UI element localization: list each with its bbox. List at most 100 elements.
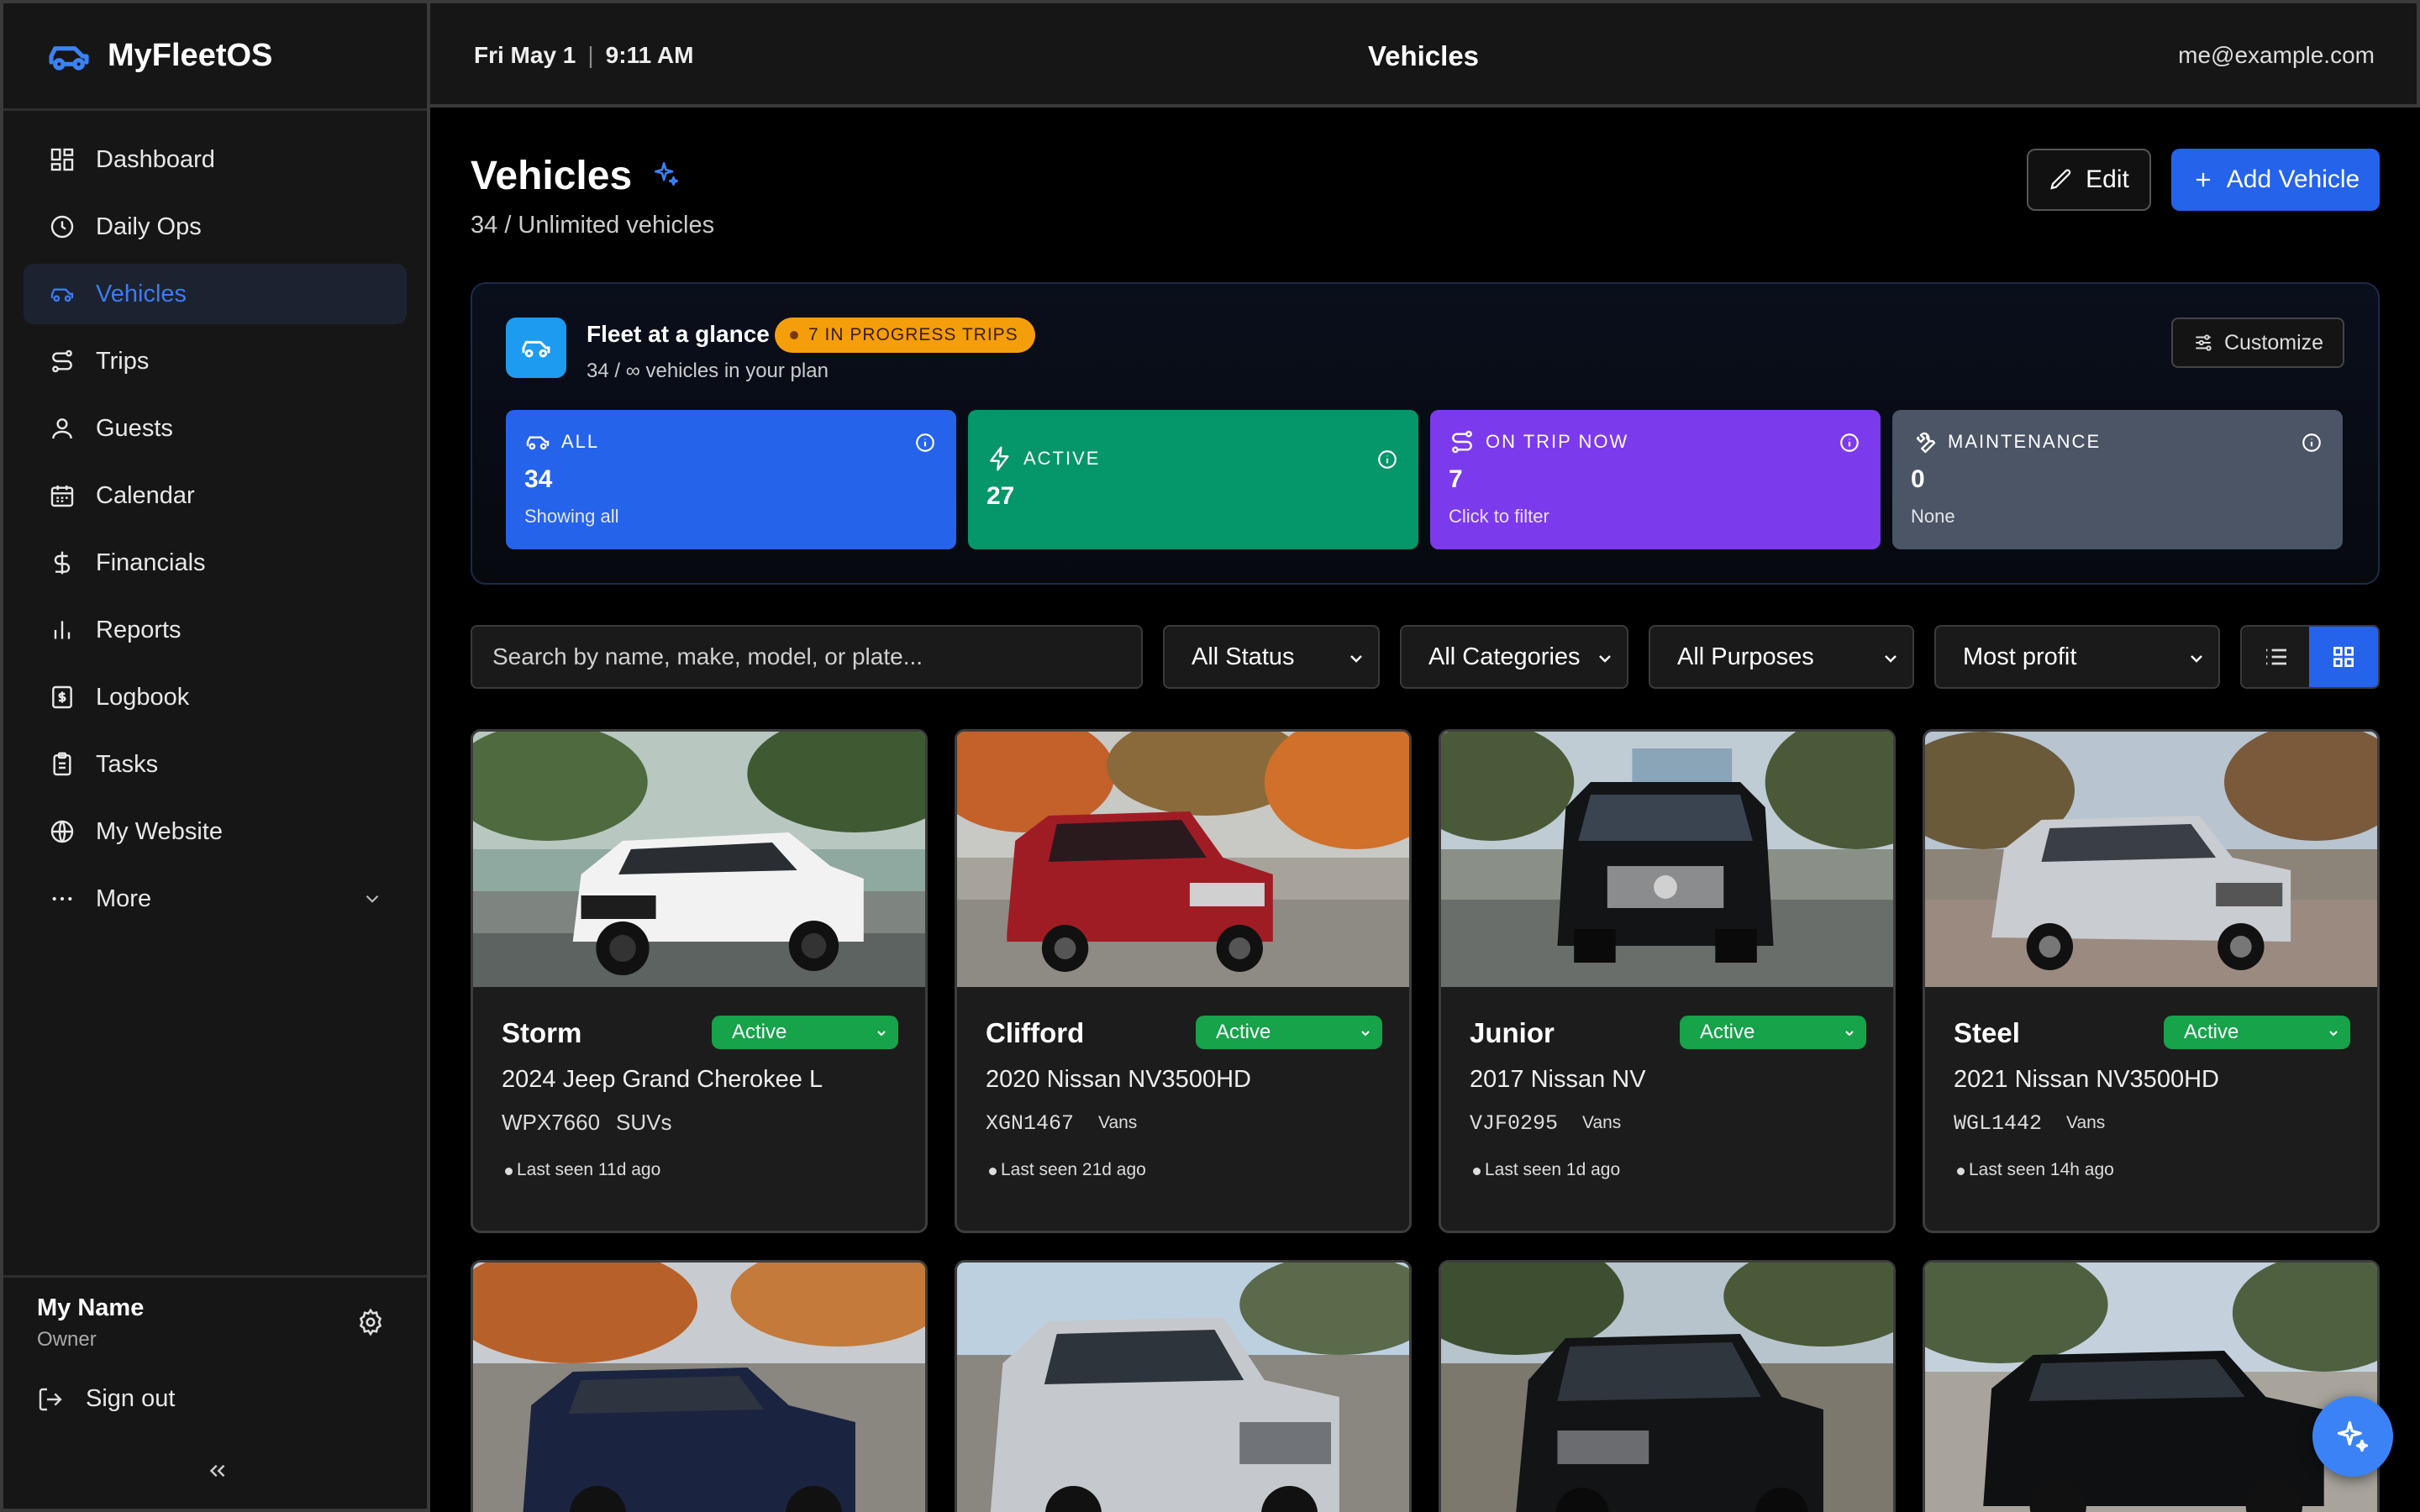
sidebar-item-financials[interactable]: Financials xyxy=(24,533,407,593)
vehicle-status-select[interactable]: Active xyxy=(1680,1016,1866,1049)
vehicle-photo xyxy=(473,732,925,987)
vehicle-photo xyxy=(1925,732,2377,987)
grid-icon xyxy=(2333,647,2354,667)
stat-value: 0 xyxy=(1911,465,1925,493)
stat-card-maintenance[interactable]: MAINTENANCE 0 None xyxy=(1892,410,2343,549)
stat-label: MAINTENANCE xyxy=(1948,431,2102,452)
sidebar-item-logbook[interactable]: Logbook xyxy=(24,667,407,727)
stat-label: ON TRIP NOW xyxy=(1486,431,1629,452)
route-icon xyxy=(1452,430,1472,454)
vehicle-card[interactable] xyxy=(955,1260,1412,1512)
edit-label: Edit xyxy=(2086,165,2129,193)
vehicle-card[interactable] xyxy=(1439,1260,1896,1512)
user-email[interactable]: me@example.com xyxy=(2178,42,2375,69)
vehicle-photo xyxy=(957,1263,1409,1512)
sidebar-item-dashboard[interactable]: Dashboard xyxy=(24,129,407,190)
vehicle-status-select[interactable]: Active xyxy=(1196,1016,1382,1049)
vehicle-search-input[interactable] xyxy=(471,625,1143,689)
chevron-down-icon xyxy=(877,1031,886,1037)
sidebar-item-label: Guests xyxy=(96,414,173,442)
chevron-down-icon xyxy=(1361,1031,1370,1037)
vehicle-photo xyxy=(1925,1263,2377,1512)
vehicle-status-select[interactable]: Active xyxy=(2164,1016,2350,1049)
chevron-down-icon xyxy=(1350,655,1362,663)
stat-card-all[interactable]: ALL 34 Showing all xyxy=(506,410,956,549)
clock-icon xyxy=(47,212,77,242)
vehicle-status-select[interactable]: Active xyxy=(712,1016,898,1049)
vehicle-card-steel[interactable]: Steel Active 2021 Nissan NV3500HD WGL144… xyxy=(1923,729,2380,1233)
sort-select[interactable]: Most profit xyxy=(1934,625,2220,689)
info-icon[interactable] xyxy=(1376,449,1398,470)
vehicle-model: 2024 Jeep Grand Cherokee L xyxy=(502,1066,823,1093)
sign-out-label: Sign out xyxy=(86,1385,176,1412)
brand[interactable]: MyFleetOS xyxy=(3,3,427,111)
vehicle-card-clifford[interactable]: Clifford Active 2020 Nissan NV3500HD XGN… xyxy=(955,729,1412,1233)
customize-button[interactable]: Customize xyxy=(2171,318,2344,368)
info-icon[interactable] xyxy=(1839,432,1860,454)
sign-out-button[interactable]: Sign out xyxy=(37,1385,175,1413)
info-icon[interactable] xyxy=(2301,432,2323,454)
sidebar-item-label: My Website xyxy=(96,817,223,845)
purpose-filter-select[interactable]: All Purposes xyxy=(1649,625,1914,689)
gear-icon[interactable] xyxy=(356,1308,385,1336)
sidebar-item-label: Tasks xyxy=(96,750,159,778)
info-icon[interactable] xyxy=(914,432,936,454)
category-filter-value: All Categories xyxy=(1428,643,1581,670)
vehicle-count: 34 / Unlimited vehicles xyxy=(471,212,715,239)
sidebar-item-label: Reports xyxy=(96,616,182,643)
sidebar-item-tasks[interactable]: Tasks xyxy=(24,734,407,795)
ai-assistant-button[interactable] xyxy=(2312,1396,2393,1477)
vehicle-category: SUVs xyxy=(616,1110,672,1135)
sidebar-item-reports[interactable]: Reports xyxy=(24,600,407,660)
stat-card-on-trip[interactable]: ON TRIP NOW 7 Click to filter xyxy=(1430,410,1881,549)
user-name: My Name xyxy=(37,1294,145,1321)
vehicle-photo xyxy=(957,732,1409,987)
stat-note: None xyxy=(1911,506,1955,527)
vehicle-photo xyxy=(1441,732,1893,987)
plus-icon xyxy=(2196,172,2210,187)
vehicle-card[interactable] xyxy=(471,1260,928,1512)
sidebar-item-calendar[interactable]: Calendar xyxy=(24,465,407,526)
status-filter-select[interactable]: All Status xyxy=(1163,625,1380,689)
sidebar-item-guests[interactable]: Guests xyxy=(24,398,407,459)
sidebar-item-daily-ops[interactable]: Daily Ops xyxy=(24,197,407,257)
sidebar-nav: Dashboard Daily Ops Vehicles Trips Guest… xyxy=(3,111,427,929)
vehicle-last-seen: Last seen 11d ago xyxy=(504,1160,661,1179)
glance-title: Fleet at a glance xyxy=(587,321,770,347)
stat-card-active[interactable]: ACTIVE 27 xyxy=(968,410,1418,549)
wrench-icon xyxy=(1916,432,1936,454)
grid-view-button[interactable] xyxy=(2309,627,2378,687)
vehicle-photo xyxy=(473,1263,925,1512)
sidebar-item-label: Calendar xyxy=(96,481,195,509)
collapse-sidebar-icon[interactable] xyxy=(205,1458,230,1483)
sidebar-item-trips[interactable]: Trips xyxy=(24,331,407,391)
list-view-button[interactable] xyxy=(2242,627,2311,687)
status-label: Active xyxy=(1700,1021,1755,1043)
car-icon xyxy=(526,436,550,450)
sidebar-item-vehicles[interactable]: Vehicles xyxy=(24,264,407,324)
edit-button[interactable]: Edit xyxy=(2027,149,2151,211)
lightning-icon xyxy=(990,446,1009,471)
vehicle-card[interactable] xyxy=(1923,1260,2380,1512)
sidebar-item-my-website[interactable]: My Website xyxy=(24,801,407,862)
sidebar-item-label: Financials xyxy=(96,549,206,576)
vehicle-category: Vans xyxy=(2066,1113,2106,1132)
sidebar-item-more[interactable]: More xyxy=(24,869,407,929)
add-vehicle-button[interactable]: Add Vehicle xyxy=(2171,149,2380,211)
sparkle-icon[interactable] xyxy=(652,160,681,188)
sort-value: Most profit xyxy=(1963,643,2077,670)
customize-label: Customize xyxy=(2223,330,2324,354)
topbar-title: Vehicles xyxy=(1367,40,1480,71)
vehicle-plate: XGN1467 xyxy=(986,1111,1075,1136)
status-label: Active xyxy=(1216,1021,1271,1043)
vehicle-name: Steel xyxy=(1954,1017,2020,1048)
glance-subtitle: 34 / ∞ vehicles in your plan xyxy=(587,360,829,382)
vehicle-card-junior[interactable]: Junior Active 2017 Nissan NV VJF0295 Van… xyxy=(1439,729,1896,1233)
category-filter-select[interactable]: All Categories xyxy=(1400,625,1628,689)
car-icon xyxy=(47,279,77,309)
vehicle-model: 2020 Nissan NV3500HD xyxy=(986,1066,1251,1093)
page-title: Vehicles xyxy=(471,154,633,198)
vehicle-model: 2017 Nissan NV xyxy=(1470,1066,1646,1093)
add-vehicle-label: Add Vehicle xyxy=(2226,165,2360,193)
vehicle-card-storm[interactable]: Storm Active 2024 Jeep Grand Cherokee L … xyxy=(471,729,928,1233)
